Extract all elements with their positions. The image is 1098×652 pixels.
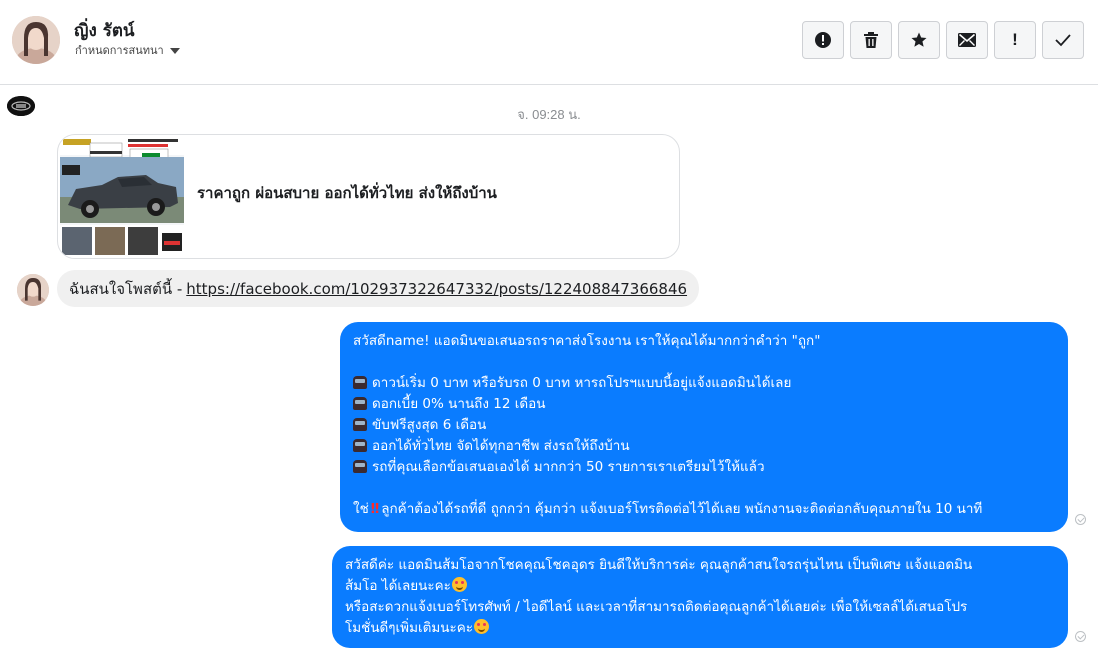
message-line: ขับฟรีสูงสุด 6 เดือน [353,415,1055,436]
message-line: ดอกเบี้ย 0% นานถึง 12 เดือน [353,394,1055,415]
done-check-icon [1055,34,1071,47]
message-line: ใช่ ‼ ลูกค้าต้องได้รถที่ดี ถูกกว่า คุ้มกว่… [353,501,983,517]
smiling-hearts-icon [474,619,490,634]
star-icon [911,32,927,47]
incoming-message-bubble: ฉันสนใจโพสต์นี้ - https://facebook.com/1… [57,270,700,307]
message-line: ดาวน์เริ่ม 0 บาท หรือรับรถ 0 บาท หารถโปร… [353,373,1055,394]
double-exclamation-icon: ‼ [370,501,380,517]
assign-label: กำหนดการสนทนา [75,44,164,57]
priority-button[interactable]: ! [994,21,1036,59]
priority-icon: ! [1012,30,1018,49]
link-card-title: ราคาถูก ผ่อนสบาย ออกได้ทั่วไทย ส่งให้ถึง… [197,184,497,202]
post-link-card[interactable]: ราคาถูก ผ่อนสบาย ออกได้ทั่วไทย ส่งให้ถึง… [57,134,680,259]
star-button[interactable] [898,21,940,59]
message-line: ส้มโอ ได้เลยนะคะ [345,576,1055,597]
delete-button[interactable] [850,21,892,59]
smiling-hearts-icon [451,577,467,592]
contact-name: ญิ่ง รัตน์ [74,21,135,41]
outgoing-message-bubble: สวัสดีค่ะ แอดมินส้มโอจากโชคคุณโชคอุดร ยิ… [332,546,1068,648]
incoming-message-text: ฉันสนใจโพสต์นี้ - [69,279,183,298]
message-thread[interactable]: จ. 09:28 น. ราคาถูก ผ่อนสบาย ออกได้ทั่วไ… [0,86,1098,652]
contact-avatar[interactable] [12,16,60,64]
car-icon [353,376,367,389]
car-icon [353,460,367,473]
message-line: สวัสดีname! แอดมินขอเสนอรถราคาส่งโรงงาน … [353,333,821,349]
mark-spam-icon [815,32,831,48]
car-icon [353,439,367,452]
conversation-header: ญิ่ง รัตน์ กำหนดการสนทนา ! [0,0,1098,85]
message-line: ออกได้ทั่วไทย จัดได้ทุกอาชีพ ส่งรถให้ถึง… [353,436,1055,457]
outgoing-message-bubble: สวัสดีname! แอดมินขอเสนอรถราคาส่งโรงงาน … [340,322,1068,532]
sender-avatar[interactable] [17,274,49,306]
message-line: โมชั่นดีๆเพิ่มเติมนะคะ [345,618,1055,639]
message-line: หรือสะดวกแจ้งเบอร์โทรศัพท์ / ไอดีไลน์ แล… [345,599,968,615]
message-line: สวัสดีค่ะ แอดมินส้มโอจากโชคคุณโชคอุดร ยิ… [345,557,973,573]
assign-conversation-dropdown[interactable]: กำหนดการสนทนา [75,41,180,59]
mark-done-button[interactable] [1042,21,1084,59]
seen-check-icon [1075,631,1086,642]
mark-unread-icon [958,33,976,47]
mark-unread-button[interactable] [946,21,988,59]
car-ad-thumbnail [60,137,184,258]
car-icon [353,397,367,410]
trash-icon [864,32,878,48]
message-line: รถที่คุณเลือกข้อเสนอเองได้ มากกว่า 50 รา… [353,457,1055,478]
seen-check-icon [1075,514,1086,525]
message-timestamp: จ. 09:28 น. [517,107,581,122]
mark-spam-button[interactable] [802,21,844,59]
caret-down-icon [169,47,180,54]
car-icon [353,418,367,431]
header-toolbar: ! [802,21,1084,59]
post-link[interactable]: https://facebook.com/102937322647332/pos… [186,280,687,298]
